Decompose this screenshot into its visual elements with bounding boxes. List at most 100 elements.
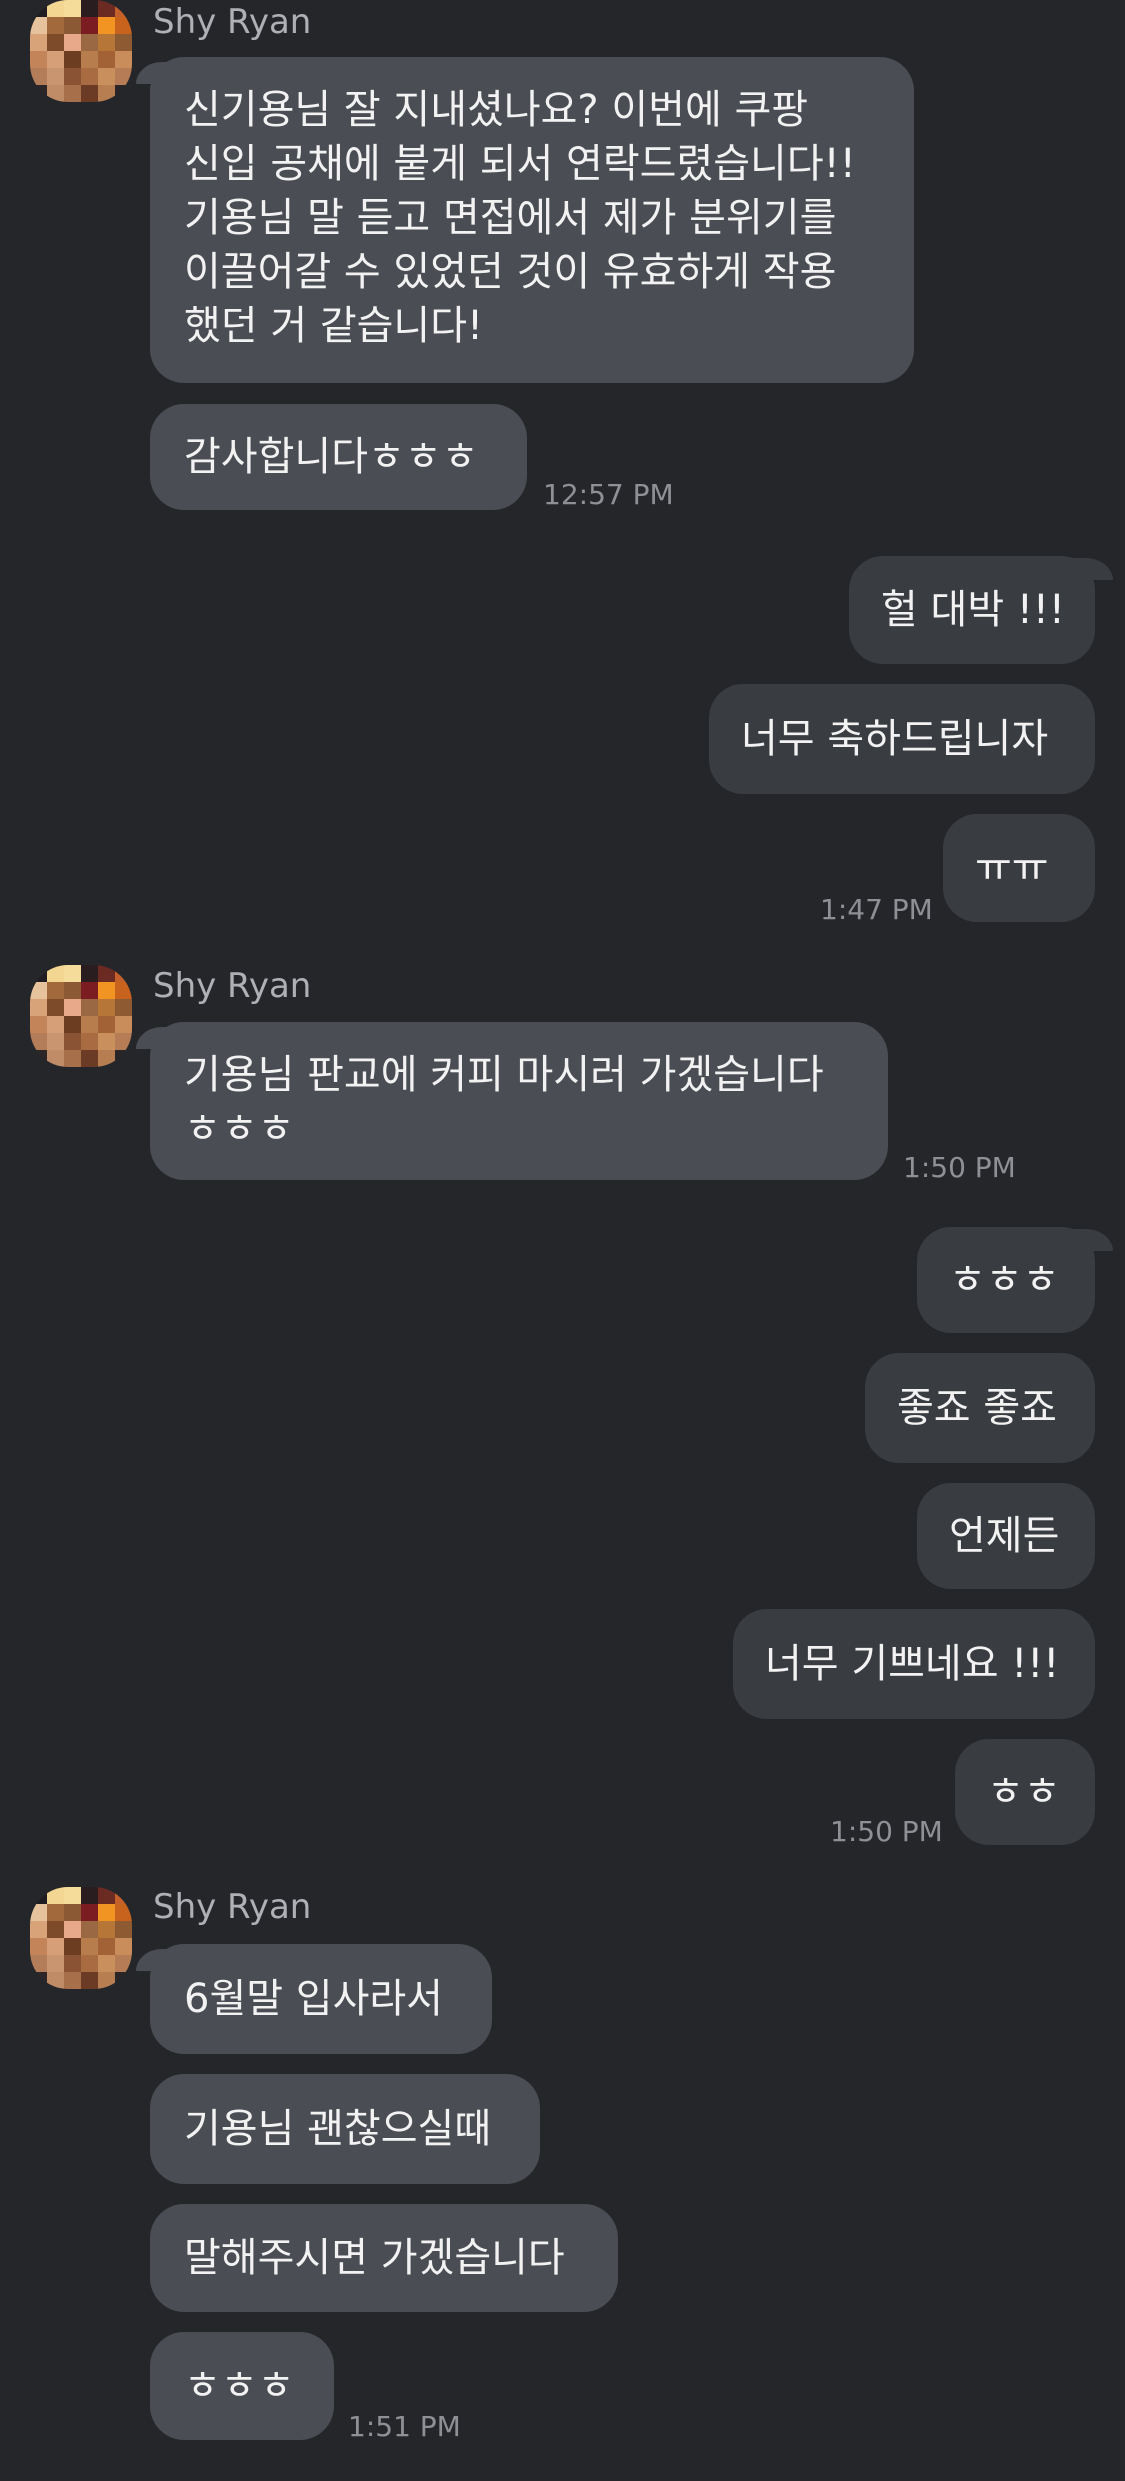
avatar-pixel bbox=[115, 17, 132, 34]
avatar-pixel bbox=[47, 17, 64, 34]
outgoing-message[interactable]: 너무 축하드립니자 bbox=[709, 684, 1095, 794]
avatar-pixel bbox=[64, 1050, 81, 1067]
avatar-pixel bbox=[98, 1938, 115, 1955]
avatar-pixel bbox=[30, 1050, 47, 1067]
incoming-message[interactable]: 신기용님 잘 지내셨나요? 이번에 쿠팡 신입 공채에 붙게 되서 연락드렸습니… bbox=[150, 57, 914, 383]
message-text: 6월말 입사라서 bbox=[184, 1976, 443, 2022]
avatar-pixel bbox=[98, 85, 115, 102]
avatar-pixel bbox=[47, 1938, 64, 1955]
avatar-pixel bbox=[98, 51, 115, 68]
avatar-pixel bbox=[30, 34, 47, 51]
incoming-message[interactable]: 기용님 괜찮으실때 bbox=[150, 2074, 540, 2184]
avatar-pixel bbox=[115, 68, 132, 85]
avatar-pixel bbox=[115, 1887, 132, 1904]
avatar-pixel bbox=[47, 34, 64, 51]
avatar-pixel bbox=[47, 1033, 64, 1050]
message-text: 감사합니다ㅎㅎㅎ bbox=[184, 434, 479, 480]
incoming-message[interactable]: 기용님 판교에 커피 마시러 가겠습니다 ㅎㅎㅎ bbox=[150, 1022, 888, 1180]
avatar-pixel bbox=[30, 51, 47, 68]
avatar-pixel bbox=[115, 1972, 132, 1989]
incoming-message[interactable]: 말해주시면 가겠습니다 bbox=[150, 2204, 618, 2312]
avatar-pixel bbox=[30, 17, 47, 34]
avatar-pixel bbox=[64, 34, 81, 51]
avatar-pixel bbox=[64, 965, 81, 982]
outgoing-message[interactable]: 헐 대박 !!! bbox=[849, 556, 1095, 664]
avatar-pixel bbox=[81, 34, 98, 51]
outgoing-message[interactable]: ㅎㅎㅎ bbox=[917, 1227, 1095, 1333]
avatar-pixel bbox=[81, 1887, 98, 1904]
message-text: ㅎㅎㅎ bbox=[184, 2363, 295, 2409]
avatar-pixel bbox=[81, 51, 98, 68]
incoming-message[interactable]: 감사합니다ㅎㅎㅎ bbox=[150, 404, 527, 510]
avatar-pixel bbox=[115, 85, 132, 102]
avatar-pixel bbox=[98, 1972, 115, 1989]
outgoing-message[interactable]: 좋죠 좋죠 bbox=[865, 1353, 1095, 1463]
outgoing-message[interactable]: 너무 기쁘네요 !!! bbox=[733, 1609, 1095, 1719]
avatar-pixel bbox=[98, 1904, 115, 1921]
message-timestamp: 1:47 PM bbox=[820, 893, 933, 926]
avatar-pixel bbox=[115, 999, 132, 1016]
avatar-pixel bbox=[81, 85, 98, 102]
avatar-pixel bbox=[64, 17, 81, 34]
avatar-pixel bbox=[98, 0, 115, 17]
avatar-pixel bbox=[81, 17, 98, 34]
avatar-pixel bbox=[30, 999, 47, 1016]
sender-name: Shy Ryan bbox=[153, 966, 312, 1006]
avatar-pixel bbox=[47, 1955, 64, 1972]
sender-avatar[interactable] bbox=[30, 1887, 132, 1989]
message-line: 했던 거 같습니다! bbox=[184, 303, 484, 349]
sender-avatar[interactable] bbox=[30, 0, 132, 102]
avatar-pixel bbox=[30, 1033, 47, 1050]
avatar-pixel bbox=[115, 1050, 132, 1067]
avatar-pixel bbox=[47, 1016, 64, 1033]
avatar-pixel bbox=[98, 68, 115, 85]
incoming-message[interactable]: ㅎㅎㅎ bbox=[150, 2332, 334, 2440]
message-timestamp: 1:50 PM bbox=[830, 1815, 943, 1848]
avatar-pixel bbox=[64, 1921, 81, 1938]
avatar-pixel bbox=[115, 1921, 132, 1938]
avatar-pixel bbox=[64, 1033, 81, 1050]
avatar-pixel bbox=[98, 982, 115, 999]
avatar-pixel bbox=[47, 0, 64, 17]
avatar-pixel bbox=[30, 68, 47, 85]
outgoing-message[interactable]: 언제든 bbox=[917, 1483, 1095, 1589]
avatar-pixel bbox=[47, 1050, 64, 1067]
avatar-pixel bbox=[115, 1016, 132, 1033]
avatar-pixel bbox=[30, 982, 47, 999]
message-text: ㅎㅎ bbox=[987, 1769, 1061, 1815]
avatar-pixel bbox=[115, 1904, 132, 1921]
avatar-pixel bbox=[81, 965, 98, 982]
message-text: ㅠㅠ bbox=[975, 845, 1049, 891]
sender-avatar[interactable] bbox=[30, 965, 132, 1067]
avatar-pixel bbox=[30, 85, 47, 102]
message-line: 신입 공채에 붙게 되서 연락드렸습니다!! bbox=[184, 141, 856, 187]
avatar-pixel bbox=[98, 1955, 115, 1972]
avatar-pixel bbox=[98, 1921, 115, 1938]
outgoing-message[interactable]: ㅎㅎ bbox=[955, 1739, 1095, 1845]
incoming-message[interactable]: 6월말 입사라서 bbox=[150, 1944, 492, 2054]
outgoing-message[interactable]: ㅠㅠ bbox=[943, 814, 1095, 922]
avatar-pixel bbox=[47, 999, 64, 1016]
message-line: 기용님 말 듣고 면접에서 제가 분위기를 bbox=[184, 195, 837, 241]
avatar-pixel bbox=[115, 1955, 132, 1972]
message-text: 좋죠 좋죠 bbox=[897, 1385, 1057, 1431]
message-text: 헐 대박 !!! bbox=[881, 587, 1065, 633]
avatar-pixel bbox=[98, 1033, 115, 1050]
avatar-pixel bbox=[64, 1016, 81, 1033]
avatar-pixel bbox=[81, 0, 98, 17]
message-line: 신기용님 잘 지내셨나요? 이번에 쿠팡 bbox=[184, 87, 809, 133]
message-text: 너무 기쁘네요 !!! bbox=[765, 1641, 1060, 1687]
avatar-pixel bbox=[64, 1955, 81, 1972]
avatar-pixel bbox=[64, 1887, 81, 1904]
message-text: 기용님 괜찮으실때 bbox=[184, 2106, 492, 2152]
avatar-pixel bbox=[98, 1016, 115, 1033]
avatar-pixel bbox=[115, 34, 132, 51]
avatar-pixel bbox=[30, 1972, 47, 1989]
avatar-pixel bbox=[115, 965, 132, 982]
avatar-pixel bbox=[64, 999, 81, 1016]
avatar-pixel bbox=[47, 982, 64, 999]
avatar-pixel bbox=[47, 68, 64, 85]
message-line: 이끌어갈 수 있었던 것이 유효하게 작용 bbox=[184, 249, 837, 295]
avatar-pixel bbox=[30, 1016, 47, 1033]
avatar-pixel bbox=[98, 34, 115, 51]
